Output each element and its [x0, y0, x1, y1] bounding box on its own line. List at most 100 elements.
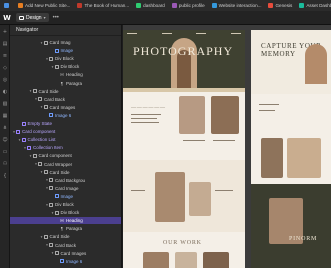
design-canvas[interactable]: PHOTOGRAPHY —————— OUR WORK CAPTURE YOUR… — [123, 25, 331, 268]
divider-band — [123, 88, 245, 92]
image-icon — [54, 48, 59, 53]
styles-icon[interactable]: ◐ — [2, 89, 8, 95]
chevron-down-icon[interactable]: ▾ — [51, 65, 55, 69]
services-photo — [287, 138, 321, 178]
navigator-row[interactable]: ▾ Card Back — [10, 242, 121, 249]
paragraph-icon: ¶ — [60, 226, 64, 232]
navigator-row[interactable]: Image 6 — [10, 258, 121, 265]
element-box-icon — [43, 40, 48, 45]
ecommerce-icon[interactable]: ▭ — [2, 149, 8, 155]
navigator-row-label: Image — [60, 48, 74, 54]
bookmark-favicon-icon — [18, 3, 23, 8]
add-panel-icon[interactable]: + — [2, 29, 8, 35]
chevron-down-icon[interactable]: ▾ — [40, 170, 44, 174]
bookmark-item[interactable]: Add New Public Site... — [16, 1, 72, 10]
about-text — [131, 122, 159, 124]
about-photo — [211, 96, 239, 134]
navigator-row[interactable]: ▾ Card Side — [10, 233, 121, 240]
chevron-down-icon[interactable]: ▾ — [40, 41, 44, 45]
heading-icon: H — [60, 218, 64, 224]
navigator-row-label: Empty State — [27, 121, 53, 127]
site-nav — [127, 33, 241, 36]
navigator-row[interactable]: Image 6 — [10, 112, 121, 119]
navigator-row[interactable]: ▾ Card Imag — [10, 39, 121, 46]
logic-icon[interactable]: ⋔ — [2, 125, 8, 131]
bookmark-item[interactable]: Genesis — [266, 1, 294, 10]
navigator-row-label: Paragra — [66, 80, 83, 86]
element-box-icon — [43, 105, 48, 110]
chevron-down-icon[interactable]: ▾ — [29, 89, 33, 93]
design-mode-button[interactable]: Design ▾ — [16, 13, 49, 22]
custom-code-icon[interactable]: { — [2, 173, 8, 179]
navigator-row[interactable]: ¶ Paragra — [10, 225, 121, 232]
navigator-row[interactable]: ▾ Card Image — [10, 185, 121, 192]
assets-icon[interactable]: ▧ — [2, 101, 8, 107]
bookmark-item[interactable]: Website interaction... — [210, 1, 264, 10]
navigator-row-label: Div Block — [60, 64, 80, 70]
bookmark-item[interactable] — [2, 1, 13, 10]
chevron-down-icon[interactable]: ▾ — [51, 211, 55, 215]
navigator-row[interactable]: ▾ Card Side — [10, 169, 121, 176]
navigator-row[interactable]: ▾ Card component — [10, 128, 121, 135]
navigator-row-label: Div Block — [55, 56, 74, 62]
cms-icon[interactable]: ▦ — [2, 113, 8, 119]
navigator-row[interactable]: ▾ Card Backgrou — [10, 177, 121, 184]
navigator-row[interactable]: ▾ Card Back — [10, 96, 121, 103]
navigator-panel: Navigator ▾ Card Imag Image ▾ Div Block ▾ Div … — [10, 25, 122, 268]
navigator-row[interactable]: ▾ Div Block — [10, 55, 121, 62]
bookmark-item[interactable]: The Book of Human... — [75, 1, 131, 10]
about-text — [131, 118, 157, 120]
chevron-down-icon[interactable]: ▾ — [29, 154, 33, 158]
about-caption — [213, 140, 235, 142]
bookmark-item[interactable]: Asset Dashboard — [297, 1, 331, 10]
gallery-text — [131, 190, 145, 192]
hero-photo — [305, 44, 327, 84]
navigator-row[interactable]: ▾ Div Block — [10, 209, 121, 216]
navigator-row[interactable]: ▾ Card Images — [10, 250, 121, 257]
navigator-row[interactable]: ▾ Card Wrapper — [10, 161, 121, 168]
navigator-row[interactable]: H Heading — [10, 71, 121, 78]
components-icon[interactable]: ◇ — [2, 65, 8, 71]
navigator-row[interactable]: Image — [10, 193, 121, 200]
bookmark-item[interactable]: public profile — [170, 1, 207, 10]
gallery-text — [215, 190, 233, 192]
navigator-row[interactable]: ▾ Card component — [10, 152, 121, 159]
canvas-page-2[interactable]: CAPTURE YOUR MEMORY PINORM — [251, 30, 331, 268]
pages-icon[interactable]: ▤ — [2, 41, 8, 47]
chevron-down-icon[interactable]: ▾ — [40, 105, 44, 109]
variables-icon[interactable]: ◎ — [2, 77, 8, 83]
navigator-row[interactable]: ▾ Div Block — [10, 63, 121, 70]
element-box-icon — [38, 97, 42, 102]
element-box-icon — [43, 170, 48, 175]
navigator-row[interactable]: H Heading — [10, 217, 121, 225]
navigator-row-label: Collection List — [27, 137, 56, 143]
bookmark-favicon-icon — [4, 3, 9, 8]
chevron-down-icon[interactable]: ▾ — [40, 235, 44, 239]
design-mode-icon — [19, 15, 24, 20]
navigator-row[interactable]: ▾ Card Side — [10, 88, 121, 95]
navigator-icon[interactable]: ≡ — [2, 53, 8, 59]
webflow-logo[interactable]: W — [0, 11, 14, 25]
bookmark-label: Add New Public Site... — [25, 3, 71, 8]
chevron-down-icon[interactable]: ▾ — [51, 251, 55, 255]
navigator-row-label: Image 6 — [55, 112, 72, 118]
navigator-row[interactable]: Image — [10, 47, 121, 54]
navigator-row[interactable]: ▾ Collection Item — [10, 144, 121, 151]
element-box-icon — [54, 210, 59, 215]
navigator-row[interactable]: ¶ Paragra — [10, 80, 121, 87]
users-icon[interactable]: ☺ — [2, 137, 8, 143]
canvas-page-1[interactable]: PHOTOGRAPHY —————— OUR WORK — [123, 30, 245, 268]
navigator-row[interactable]: ▾ Div Block — [10, 201, 121, 208]
navigator-row[interactable]: Empty State — [10, 120, 121, 127]
navigator-row[interactable]: ▾ Card Images — [10, 104, 121, 111]
chevron-down-icon[interactable]: ▾ — [18, 138, 22, 142]
apps-icon[interactable]: ⚇ — [2, 161, 8, 167]
services-photo — [261, 138, 283, 178]
more-options-icon[interactable]: ••• — [53, 15, 59, 21]
element-box-icon — [38, 162, 42, 167]
bookmark-favicon-icon — [136, 3, 142, 8]
our-work-heading: OUR WORK — [163, 240, 202, 246]
navigator-row[interactable]: ▾ Collection List — [10, 136, 121, 143]
element-box-icon — [54, 64, 59, 69]
bookmark-item[interactable]: dashboard — [134, 1, 167, 10]
